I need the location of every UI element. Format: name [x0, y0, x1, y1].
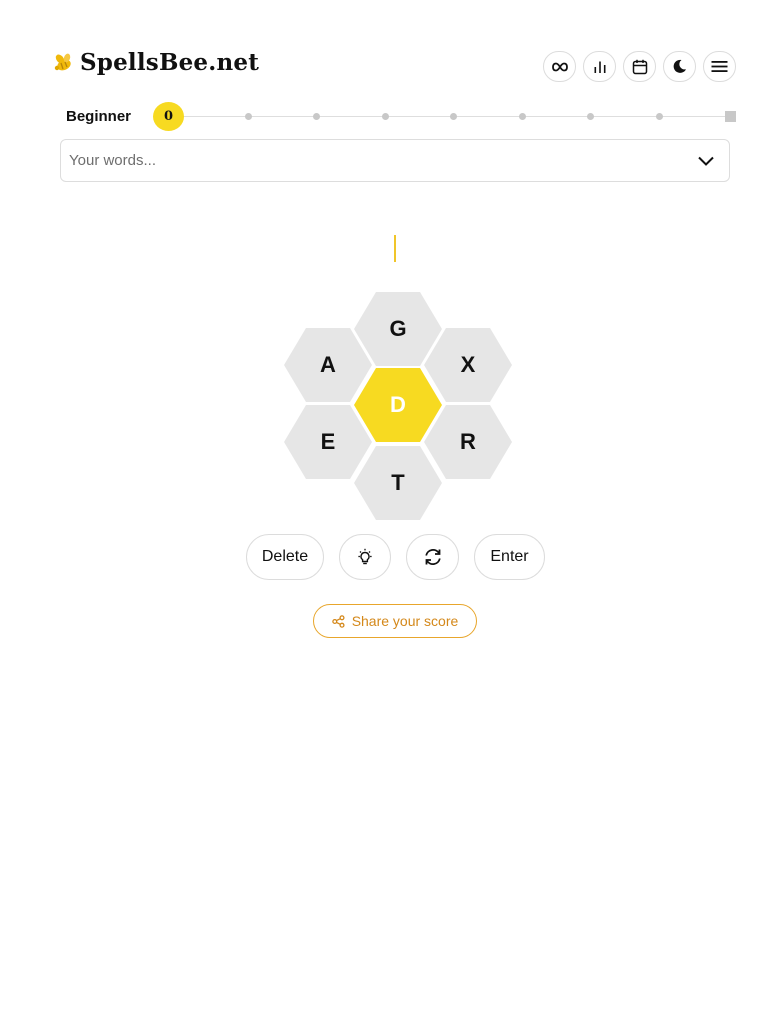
calendar-icon: [632, 59, 647, 74]
shuffle-icon: [424, 549, 441, 565]
statistics-button[interactable]: [583, 51, 616, 82]
share-score-label: Share your score: [351, 613, 459, 629]
progress-step: [519, 113, 526, 120]
menu-button[interactable]: [703, 51, 736, 82]
moon-icon: [673, 59, 686, 73]
progress-step: [656, 113, 663, 120]
hive-cell-bottom-left[interactable]: E: [284, 405, 372, 479]
delete-button[interactable]: Delete: [246, 534, 324, 580]
progress-step: [587, 113, 594, 120]
found-words-placeholder: Your words...: [69, 152, 156, 169]
progress-step: [450, 113, 457, 120]
text-cursor: [394, 235, 396, 262]
lightbulb-icon: [358, 548, 372, 565]
progress-final-step: [725, 111, 736, 122]
hint-button[interactable]: [339, 534, 391, 580]
dark-mode-button[interactable]: [663, 51, 696, 82]
hive-cell-center[interactable]: D: [354, 368, 442, 442]
infinity-icon: [551, 62, 568, 71]
bar-chart-icon: [594, 61, 605, 73]
game-page: SpellsBee.net Beginner 0 Your words... G…: [0, 0, 768, 1024]
shuffle-button[interactable]: [406, 534, 459, 580]
progress-step: [313, 113, 320, 120]
bee-icon: [52, 52, 74, 74]
rank-progress: Beginner 0: [66, 102, 736, 132]
menu-icon: [711, 61, 728, 72]
calendar-button[interactable]: [623, 51, 656, 82]
word-input[interactable]: [300, 233, 490, 265]
share-score-button[interactable]: Share your score: [313, 604, 477, 638]
share-icon: [331, 614, 345, 628]
hive-cell-top-left[interactable]: A: [284, 328, 372, 402]
unlimited-button[interactable]: [543, 51, 576, 82]
header-actions: [536, 51, 736, 82]
enter-button[interactable]: Enter: [474, 534, 545, 580]
rank-label: Beginner: [66, 108, 132, 125]
score-badge: 0: [153, 102, 184, 131]
chevron-down-icon: [697, 154, 715, 172]
header: SpellsBee.net: [52, 46, 736, 88]
brand-name: SpellsBee.net: [80, 49, 260, 76]
game-controls: Delete Enter: [0, 534, 768, 582]
progress-step: [382, 113, 389, 120]
progress-step: [245, 113, 252, 120]
found-words-dropdown[interactable]: Your words...: [60, 139, 730, 182]
hive-cell-bottom[interactable]: T: [354, 446, 442, 520]
hive-cell-top[interactable]: G: [354, 292, 442, 366]
logo[interactable]: SpellsBee.net: [52, 49, 259, 76]
hive-cell-bottom-right[interactable]: R: [424, 405, 512, 479]
hive-cell-top-right[interactable]: X: [424, 328, 512, 402]
